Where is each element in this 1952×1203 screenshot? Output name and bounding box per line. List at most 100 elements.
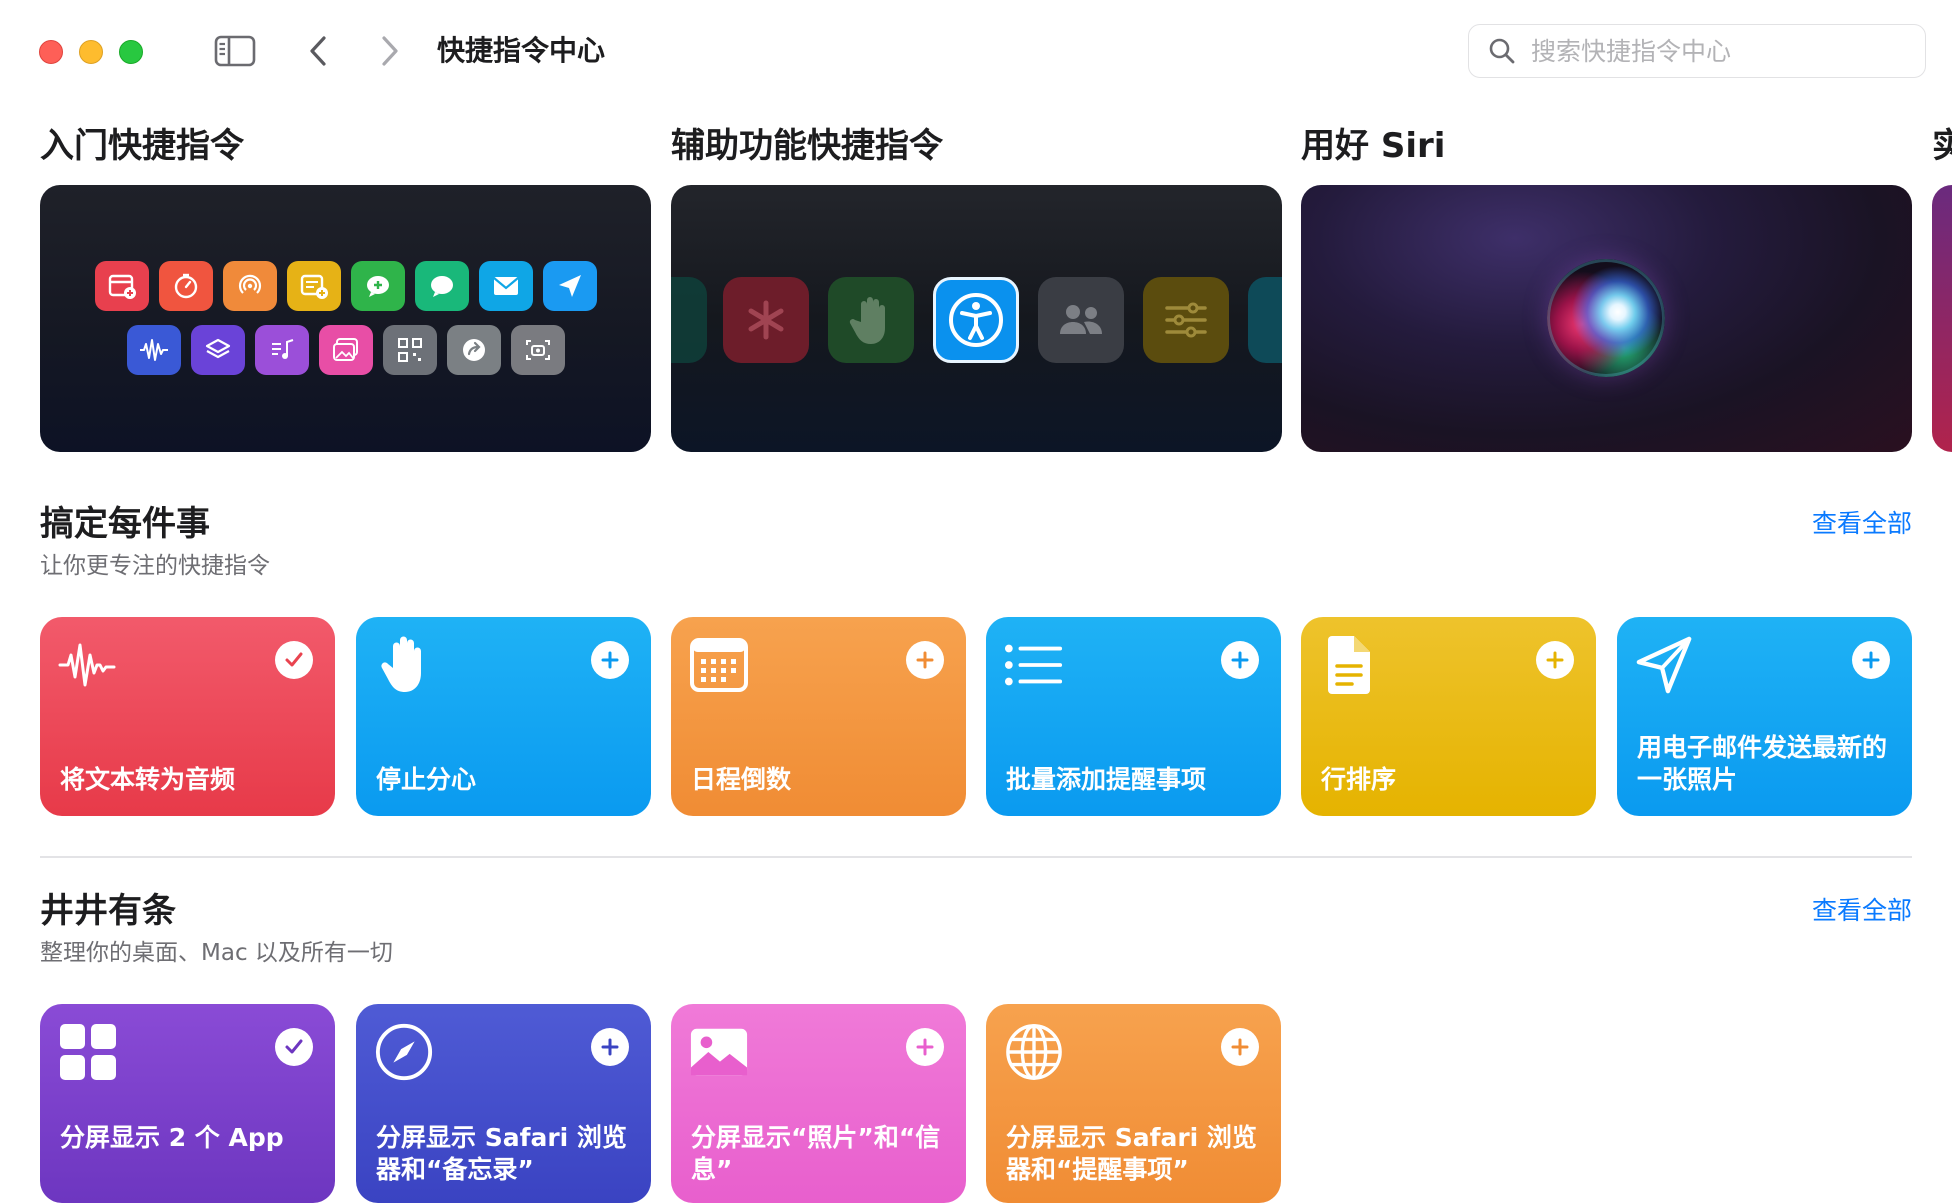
see-all-link[interactable]: 查看全部 (1812, 504, 1912, 540)
shortcut-card-split-photos-messages[interactable]: 分屏显示“照片”和“信息” (671, 1004, 966, 1203)
section-title-organized: 井井有条 (40, 891, 176, 931)
featured-card-partial[interactable] (1932, 185, 1952, 452)
sliders-icon (1143, 277, 1229, 363)
add-shortcut-button[interactable] (906, 641, 944, 679)
people-icon (1038, 277, 1124, 363)
calendar-icon (689, 635, 749, 695)
featured-title-starter: 入门快捷指令 (40, 126, 244, 166)
shortcut-card-label: 批量添加提醒事项 (1006, 765, 1207, 794)
add-shortcut-button[interactable] (591, 641, 629, 679)
minimize-window-button[interactable] (79, 40, 103, 64)
close-window-button[interactable] (39, 40, 63, 64)
shortcut-card-label: 分屏显示“照片”和“信息” (691, 1123, 941, 1184)
photos-icon (319, 325, 373, 375)
grid-icon (58, 1022, 118, 1082)
added-checkmark-button[interactable] (275, 1028, 313, 1066)
featured-card-accessibility[interactable] (671, 185, 1282, 452)
asterisk-icon (723, 277, 809, 363)
plus-icon (916, 651, 934, 669)
add-shortcut-button[interactable] (906, 1028, 944, 1066)
section-subtitle-organized: 整理你的桌面、Mac 以及所有一切 (40, 940, 393, 966)
checkmark-icon (285, 652, 303, 667)
shortcut-card-schedule-countdown[interactable]: 日程倒数 (671, 617, 966, 816)
message-add-icon (351, 261, 405, 311)
shortcut-card-label: 将文本转为音频 (60, 765, 236, 794)
photo-icon (689, 1022, 749, 1082)
shortcut-card-batch-reminders[interactable]: 批量添加提醒事项 (986, 617, 1281, 816)
layers-icon (191, 325, 245, 375)
shortcut-card-email-latest-photo[interactable]: 用电子邮件发送最新的一张照片 (1617, 617, 1912, 816)
waveform-icon (58, 635, 118, 695)
add-shortcut-button[interactable] (1536, 641, 1574, 679)
featured-title-siri: 用好 Siri (1301, 126, 1446, 166)
featured-card-starter[interactable] (40, 185, 651, 452)
added-checkmark-button[interactable] (275, 641, 313, 679)
screenshot-icon (511, 325, 565, 375)
search-field[interactable] (1468, 24, 1926, 78)
featured-title-accessibility: 辅助功能快捷指令 (671, 126, 943, 166)
sidebar-toggle-button[interactable] (210, 30, 260, 72)
shortcut-card-label: 行排序 (1321, 765, 1397, 794)
shortcut-card-label: 用电子邮件发送最新的一张照片 (1637, 733, 1888, 794)
share-arrow-icon (447, 325, 501, 375)
add-shortcut-button[interactable] (1221, 641, 1259, 679)
shortcut-card-split-safari-reminders[interactable]: 分屏显示 Safari 浏览器和“提醒事项” (986, 1004, 1281, 1203)
plus-icon (601, 1038, 619, 1056)
back-button[interactable] (300, 30, 336, 72)
globe-icon (1004, 1022, 1064, 1082)
plus-icon (1231, 651, 1249, 669)
paperplane-icon (1635, 635, 1695, 695)
airdrop-icon (223, 261, 277, 311)
calendar-add-icon (95, 261, 149, 311)
document-icon (1319, 635, 1379, 695)
shortcut-card-split-two-apps[interactable]: 分屏显示 2 个 App (40, 1004, 335, 1203)
plus-icon (1231, 1038, 1249, 1056)
section-title-get-things-done: 搞定每件事 (40, 504, 210, 544)
compass-icon (374, 1022, 434, 1082)
waveform-icon (127, 325, 181, 375)
plus-icon (916, 1038, 934, 1056)
search-icon (1487, 36, 1517, 66)
shortcut-card-split-safari-notes[interactable]: 分屏显示 Safari 浏览器和“备忘录” (356, 1004, 651, 1203)
plus-icon (601, 651, 619, 669)
add-shortcut-button[interactable] (591, 1028, 629, 1066)
hand-raised-icon (828, 277, 914, 363)
message-icon (415, 261, 469, 311)
featured-card-siri[interactable] (1301, 185, 1912, 452)
window-title: 快捷指令中心 (437, 34, 606, 67)
paperplane-icon (543, 261, 597, 311)
plus-icon (1862, 651, 1880, 669)
section-subtitle-get-things-done: 让你更专注的快捷指令 (40, 553, 270, 579)
forward-button[interactable] (372, 30, 408, 72)
list-bullet-icon (1004, 635, 1064, 695)
featured-title-partial: 实 (1932, 126, 1952, 166)
shortcut-card-label: 停止分心 (376, 765, 477, 794)
shortcut-card-stop-distraction[interactable]: 停止分心 (356, 617, 651, 816)
shortcut-card-label: 日程倒数 (691, 765, 792, 794)
qrcode-icon (383, 325, 437, 375)
envelope-icon (479, 261, 533, 311)
see-all-link[interactable]: 查看全部 (1812, 891, 1912, 927)
search-input[interactable] (1529, 35, 1893, 67)
shortcut-card-label: 分屏显示 Safari 浏览器和“备忘录” (376, 1123, 627, 1184)
timer-icon (159, 261, 213, 311)
chevron-right-icon (382, 36, 398, 66)
siri-orb-icon (1547, 259, 1665, 377)
sidebar-icon (214, 35, 256, 67)
chevron-left-icon (310, 36, 326, 66)
section-divider (40, 856, 1912, 858)
shortcut-card-label: 分屏显示 Safari 浏览器和“提醒事项” (1006, 1123, 1257, 1184)
checkmark-icon (285, 1039, 303, 1054)
zoom-window-button[interactable] (119, 40, 143, 64)
partial-icon (1248, 277, 1282, 363)
shortcut-card-sort-lines[interactable]: 行排序 (1301, 617, 1596, 816)
hand-raised-icon (374, 635, 434, 695)
shortcut-card-text-to-audio[interactable]: 将文本转为音频 (40, 617, 335, 816)
music-list-icon (255, 325, 309, 375)
add-shortcut-button[interactable] (1852, 641, 1890, 679)
notes-add-icon (287, 261, 341, 311)
plus-icon (1546, 651, 1564, 669)
add-shortcut-button[interactable] (1221, 1028, 1259, 1066)
cloud-icon (671, 277, 707, 363)
shortcut-card-label: 分屏显示 2 个 App (60, 1123, 284, 1152)
